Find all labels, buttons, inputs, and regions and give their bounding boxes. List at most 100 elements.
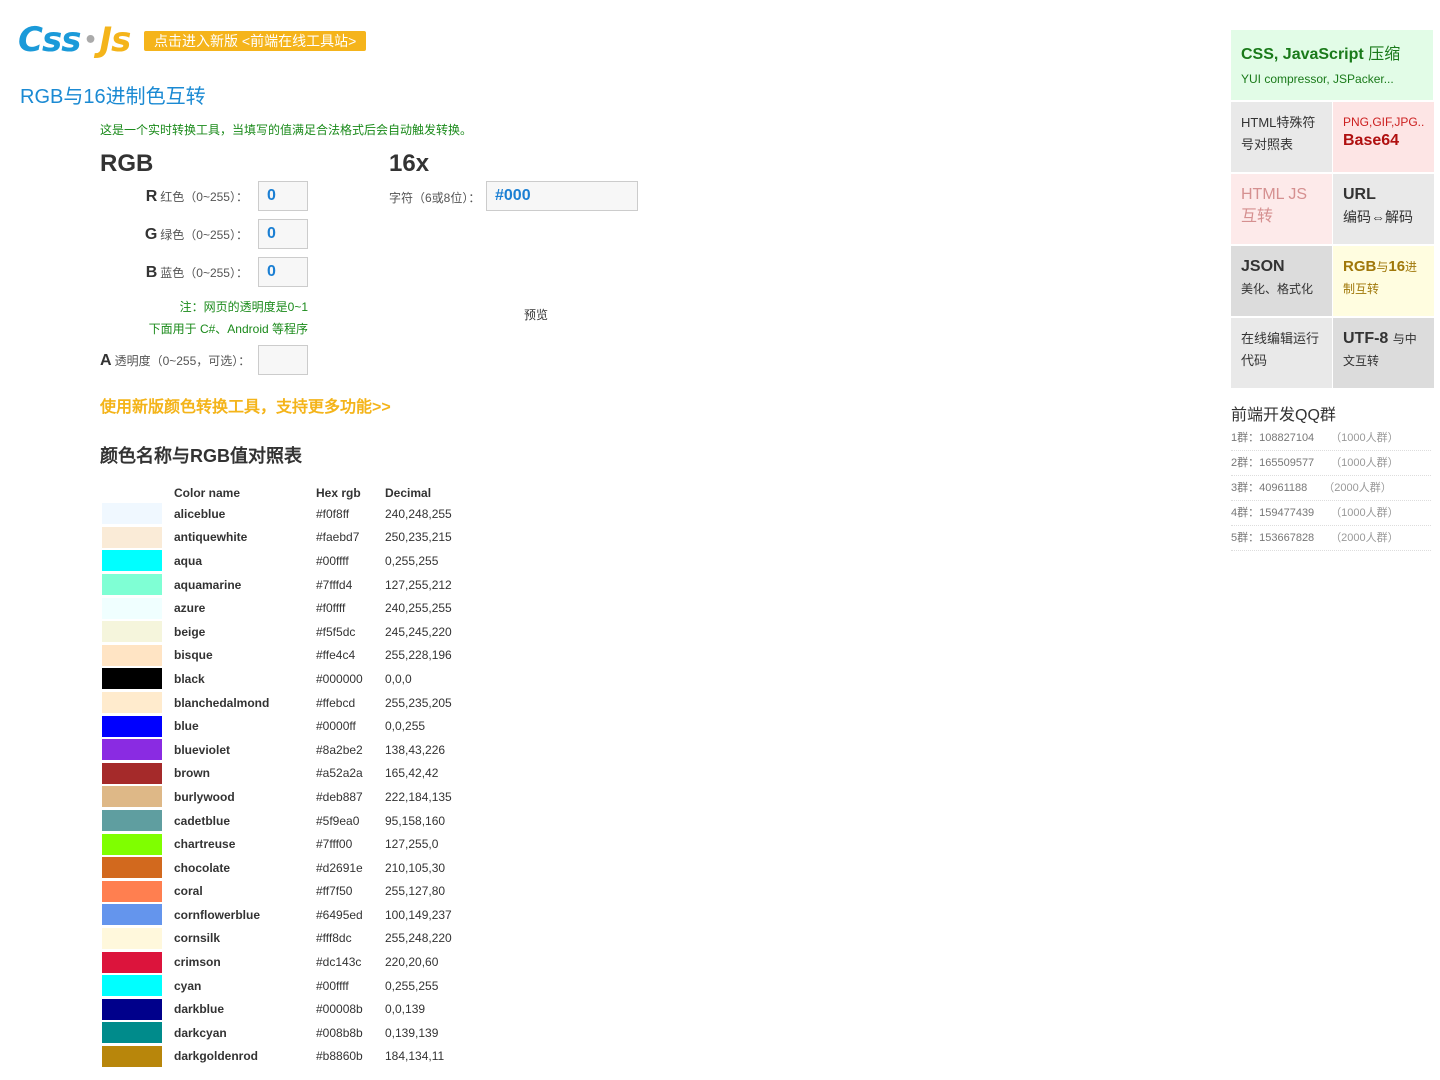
color-swatch [102, 597, 162, 619]
color-hex: #ffebcd [316, 695, 356, 710]
color-decimal: 210,105,30 [385, 860, 446, 875]
qq-group-item: 4群：159477439 （1000人群） [1231, 501, 1431, 526]
color-decimal: 255,228,196 [385, 648, 452, 663]
hex-input[interactable]: #000 [486, 181, 638, 211]
tile-utf8-convert[interactable]: UTF-8 与中文互转 [1333, 318, 1434, 388]
color-name: coral [174, 884, 203, 899]
table-row: chocolate #d2691e 210,105,30 [100, 856, 452, 880]
swatch-cell [100, 880, 174, 904]
blue-label: B 蓝色（0~255）： [146, 264, 248, 282]
qq-group-number: 5群：153667828 [1231, 532, 1315, 544]
blue-letter: B [145, 264, 158, 281]
tile-rgb-hex[interactable]: RGB与16进制互转 [1333, 246, 1434, 316]
qq-group-list: 1群：108827104 （1000人群） 2群：165509577 （1000人群）… [1231, 426, 1431, 551]
table-row: cadetblue #5f9ea0 95,158,160 [100, 809, 452, 833]
header-color-name: Color name [174, 486, 241, 500]
green-input[interactable]: 0 [258, 219, 308, 249]
color-hex: #a52a2a [316, 766, 363, 781]
color-hex: #ffe4c4 [316, 648, 356, 663]
compress-title-suffix: 压缩 [1368, 46, 1401, 63]
color-swatch [102, 975, 162, 997]
color-hex: #7fffd4 [316, 577, 353, 592]
color-swatch [102, 833, 162, 855]
green-label: G 绿色（0~255）： [145, 226, 248, 244]
color-name: bisque [174, 648, 213, 663]
color-swatch [102, 786, 162, 808]
color-name: beige [174, 624, 206, 639]
new-version-link[interactable]: 点击进入新版 <前端在线工具站> [144, 31, 367, 51]
tile-html-special-chars[interactable]: HTML特殊符号对照表 [1231, 102, 1332, 172]
base64-title: Base64 [1343, 132, 1400, 149]
swatch-cell [100, 974, 174, 998]
color-hex: #008b8b [316, 1025, 363, 1040]
swatch-cell [100, 997, 174, 1021]
qq-group-item: 2群：165509577 （1000人群） [1231, 451, 1431, 476]
tile-base64[interactable]: PNG,GIF,JPG... Base64 [1333, 102, 1434, 172]
tile-css-js-compress[interactable]: CSS, JavaScript 压缩 YUI compressor, JSPac… [1231, 30, 1433, 100]
rgb-tile-16: 16 [1388, 258, 1406, 275]
color-hex: #deb887 [316, 789, 363, 804]
table-row: cornflowerblue #6495ed 100,149,237 [100, 903, 452, 927]
alpha-input[interactable] [258, 345, 308, 375]
tile-json-format[interactable]: JSON 美化、格式化 [1231, 246, 1332, 316]
utf8-title: UTF-8 [1343, 330, 1389, 347]
color-swatch [102, 1045, 162, 1067]
red-letter: R [145, 188, 158, 205]
color-decimal: 245,245,220 [385, 624, 452, 639]
swatch-cell [100, 762, 174, 786]
table-row: blue #0000ff 0,0,255 [100, 714, 452, 738]
color-swatch [102, 927, 162, 949]
logo-css-text: Css [18, 20, 81, 60]
color-name: darkblue [174, 1002, 225, 1017]
color-decimal: 250,235,215 [385, 530, 452, 545]
red-input[interactable]: 0 [258, 181, 308, 211]
color-decimal: 0,0,0 [385, 671, 412, 686]
color-name: crimson [174, 955, 221, 970]
tile-html-js-convert[interactable]: HTML JS互转 [1231, 174, 1332, 244]
tile-online-editor[interactable]: 在线编辑运行代码 [1231, 318, 1332, 388]
table-row: cornsilk #fff8dc 255,248,220 [100, 927, 452, 951]
table-row: black #000000 0,0,0 [100, 667, 452, 691]
color-name: black [174, 671, 205, 686]
table-row: beige #f5f5dc 245,245,220 [100, 620, 452, 644]
color-table-body: aliceblue #f0f8ff 240,248,255 antiquewhite #… [100, 502, 452, 1068]
color-decimal: 255,127,80 [385, 884, 446, 899]
color-name: azure [174, 601, 206, 616]
color-name: cyan [174, 978, 202, 993]
swatch-cell [100, 809, 174, 833]
qq-group-capacity: （1000人群） [1330, 507, 1399, 519]
table-row: aliceblue #f0f8ff 240,248,255 [100, 502, 452, 526]
color-name: antiquewhite [174, 530, 248, 545]
color-swatch [102, 857, 162, 879]
swatch-cell [100, 526, 174, 550]
new-color-tool-link[interactable]: 使用新版颜色转换工具，支持更多功能>> [100, 393, 391, 417]
qq-groups-title: 前端开发QQ群 [1231, 407, 1336, 424]
qq-group-capacity: （2000人群） [1323, 482, 1392, 494]
color-name: aqua [174, 553, 203, 568]
color-hex: #f0ffff [316, 601, 346, 616]
swatch-cell [100, 1021, 174, 1045]
color-decimal: 220,20,60 [385, 955, 439, 970]
red-label: R 红色（0~255）： [146, 188, 248, 206]
swatch-cell [100, 502, 174, 526]
site-logo[interactable]: Css • Js [18, 20, 131, 60]
table-row: coral #ff7f50 255,127,80 [100, 880, 452, 904]
color-swatch [102, 503, 162, 525]
swatch-cell [100, 856, 174, 880]
color-hex: #dc143c [316, 955, 362, 970]
color-name: aliceblue [174, 506, 226, 521]
color-hex: #f5f5dc [316, 624, 356, 639]
color-decimal: 0,255,255 [385, 553, 439, 568]
page-title: RGB与16进制色互转 [20, 86, 206, 108]
swatch-cell [100, 714, 174, 738]
header-swatch [100, 484, 174, 502]
color-swatch [102, 668, 162, 690]
red-label-text: 红色（0~255）： [160, 190, 248, 204]
tile-url-encode[interactable]: URL 编码⇔解码 [1333, 174, 1434, 244]
table-row: azure #f0ffff 240,255,255 [100, 596, 452, 620]
swatch-cell [100, 620, 174, 644]
blue-input[interactable]: 0 [258, 257, 308, 287]
header-hex-rgb: Hex rgb [316, 486, 361, 500]
color-decimal: 100,149,237 [385, 907, 452, 922]
swatch-cell [100, 738, 174, 762]
